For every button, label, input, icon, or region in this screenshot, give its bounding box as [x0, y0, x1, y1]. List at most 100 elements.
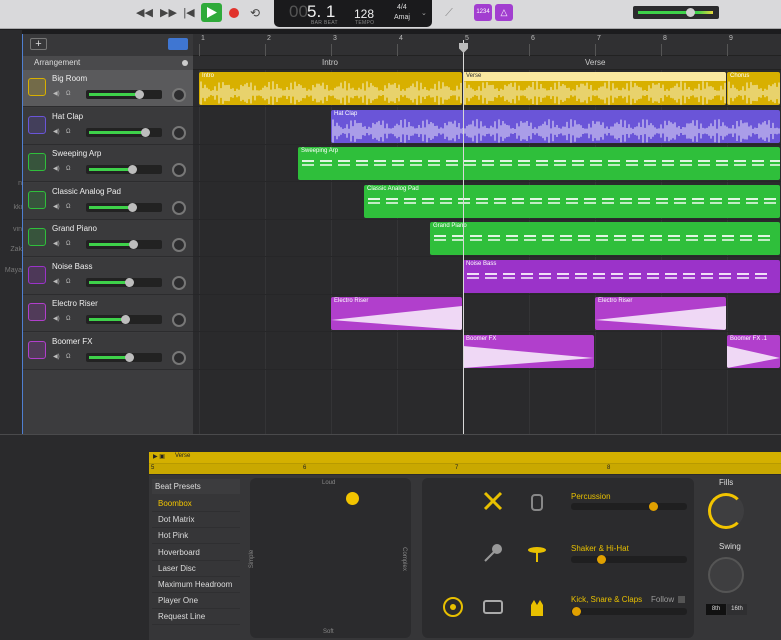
arrangement-area[interactable]: 1 2 3 4 5 6 7 8 9 Intro Verse Intro Verse Chorus Ha…	[193, 34, 781, 434]
master-volume-knob[interactable]	[686, 8, 695, 17]
region-big-room-chorus[interactable]: Chorus	[727, 72, 780, 105]
swing-knob[interactable]	[708, 557, 744, 593]
add-track-button[interactable]: +	[30, 38, 47, 50]
track-volume-slider[interactable]	[86, 352, 162, 362]
track-volume-slider[interactable]	[86, 240, 162, 249]
solo-headphones-icon[interactable]: Ω	[66, 315, 75, 324]
record-button[interactable]	[229, 8, 239, 18]
shaker-hihat-slider-knob[interactable]	[597, 555, 606, 564]
track-volume-knob[interactable]	[135, 90, 144, 99]
fills-knob[interactable]	[708, 493, 744, 529]
fast-forward-icon[interactable]: ▶▶	[160, 5, 177, 21]
kick-drum-icon[interactable]	[442, 596, 464, 618]
follow-checkbox[interactable]	[678, 596, 685, 603]
track-header[interactable]: Grand Piano ◀) Ω	[23, 220, 194, 257]
pan-knob[interactable]	[172, 125, 186, 140]
region-noise-bass[interactable]: Noise Bass	[463, 259, 780, 293]
pan-knob[interactable]	[172, 350, 186, 365]
pan-knob[interactable]	[172, 275, 186, 290]
rewind-icon[interactable]: ◀◀	[136, 5, 153, 21]
arrangement-track-header[interactable]: Arrangement	[23, 56, 194, 70]
playhead[interactable]	[463, 40, 464, 434]
tuner-icon[interactable]: ⟋	[442, 5, 456, 21]
solo-headphones-icon[interactable]: Ω	[66, 128, 75, 137]
track-volume-knob[interactable]	[129, 240, 138, 249]
kick-snare-claps-slider-knob[interactable]	[572, 607, 581, 616]
percussion-slider[interactable]	[571, 502, 687, 511]
region-hat-clap[interactable]: Hat Clap	[331, 109, 780, 143]
track-volume-knob[interactable]	[128, 165, 137, 174]
solo-headphones-icon[interactable]: Ω	[66, 353, 75, 362]
play-button[interactable]	[201, 3, 222, 22]
track-header[interactable]: Classic Analog Pad ◀) Ω	[23, 182, 194, 220]
arrangement-marker-row[interactable]: Intro Verse	[193, 56, 781, 70]
preset-item[interactable]: Request Line	[152, 609, 240, 626]
preset-item[interactable]: Maximum Headroom	[152, 577, 240, 593]
pan-knob[interactable]	[172, 313, 186, 327]
pan-knob[interactable]	[172, 200, 186, 215]
add-marker-icon[interactable]	[182, 60, 188, 66]
mute-icon[interactable]: ◀)	[53, 353, 62, 362]
solo-headphones-icon[interactable]: Ω	[66, 90, 75, 99]
percussion-slider-knob[interactable]	[649, 502, 658, 511]
mute-icon[interactable]: ◀)	[53, 90, 62, 99]
go-to-beginning-icon[interactable]: |◀	[182, 5, 196, 21]
kick-snare-claps-slider[interactable]	[571, 607, 687, 616]
track-volume-slider[interactable]	[86, 315, 162, 324]
track-header[interactable]: Electro Riser ◀) Ω	[23, 295, 194, 332]
track-volume-knob[interactable]	[121, 315, 130, 324]
region-classic-analog-pad[interactable]: Classic Analog Pad	[364, 184, 780, 218]
shaker-icon[interactable]	[526, 492, 548, 514]
preset-item[interactable]: Dot Matrix	[152, 512, 240, 529]
mute-icon[interactable]: ◀)	[53, 315, 62, 324]
marker-verse-label[interactable]: Verse	[585, 58, 605, 67]
solo-headphones-icon[interactable]: Ω	[66, 240, 75, 249]
xy-pad[interactable]: Loud Soft Simple Complex	[249, 478, 411, 638]
track-volume-knob[interactable]	[125, 352, 134, 362]
pan-knob[interactable]	[172, 88, 186, 102]
track-volume-knob[interactable]	[141, 127, 150, 137]
track-header[interactable]: Noise Bass ◀) Ω	[23, 257, 194, 295]
track-volume-slider[interactable]	[86, 165, 162, 174]
drumsticks-icon[interactable]	[482, 490, 504, 512]
timeline-ruler[interactable]: 1 2 3 4 5 6 7 8 9	[193, 34, 781, 56]
metronome-button[interactable]: △	[495, 4, 513, 21]
master-volume-slider[interactable]	[633, 6, 719, 19]
region-electro-riser-2[interactable]: Electro Riser	[595, 297, 726, 330]
cycle-icon[interactable]: ⟲	[247, 5, 263, 21]
mute-icon[interactable]: ◀)	[53, 165, 62, 174]
mute-icon[interactable]: ◀)	[53, 240, 62, 249]
count-in-button[interactable]: 1234	[474, 4, 492, 21]
track-volume-knob[interactable]	[125, 277, 134, 287]
solo-headphones-icon[interactable]: Ω	[66, 165, 75, 174]
region-boomer-fx-1[interactable]: Boomer FX	[463, 334, 594, 368]
region-boomer-fx-2[interactable]: Boomer FX .1	[727, 334, 780, 368]
solo-headphones-icon[interactable]: Ω	[66, 278, 75, 287]
track-volume-slider[interactable]	[86, 90, 162, 99]
region-electro-riser-1[interactable]: Electro Riser	[331, 297, 462, 330]
preset-item[interactable]: Boombox	[152, 496, 240, 512]
xy-puck[interactable]	[346, 492, 359, 505]
solo-headphones-icon[interactable]: Ω	[66, 203, 75, 212]
region-grand-piano[interactable]: Grand Piano	[430, 222, 780, 255]
track-volume-slider[interactable]	[86, 202, 162, 212]
region-big-room-verse[interactable]: Verse	[463, 72, 726, 105]
shaker-hihat-slider[interactable]	[571, 555, 687, 564]
marker-intro-label[interactable]: Intro	[322, 58, 338, 67]
track-header[interactable]: Sweeping Arp ◀) Ω	[23, 145, 194, 182]
editor-ruler[interactable]: 5 6 7 8	[149, 463, 781, 474]
preset-item[interactable]: Laser Disc	[152, 561, 240, 577]
mute-icon[interactable]: ◀)	[53, 278, 62, 287]
swing-8th-button[interactable]: 8th	[706, 604, 726, 615]
preset-item[interactable]: Hot Pink	[152, 528, 240, 545]
lcd-chevron-icon[interactable]: ⌄	[421, 9, 427, 17]
mute-icon[interactable]: ◀)	[53, 128, 62, 137]
region-big-room-intro[interactable]: Intro	[199, 72, 462, 105]
region-sweeping-arp[interactable]: Sweeping Arp	[298, 147, 780, 180]
track-volume-slider[interactable]	[86, 277, 162, 287]
pan-knob[interactable]	[172, 163, 186, 177]
preset-item[interactable]: Player One	[152, 593, 240, 610]
maracas-icon[interactable]	[482, 542, 504, 564]
mute-icon[interactable]: ◀)	[53, 203, 62, 212]
track-volume-knob[interactable]	[128, 202, 137, 212]
